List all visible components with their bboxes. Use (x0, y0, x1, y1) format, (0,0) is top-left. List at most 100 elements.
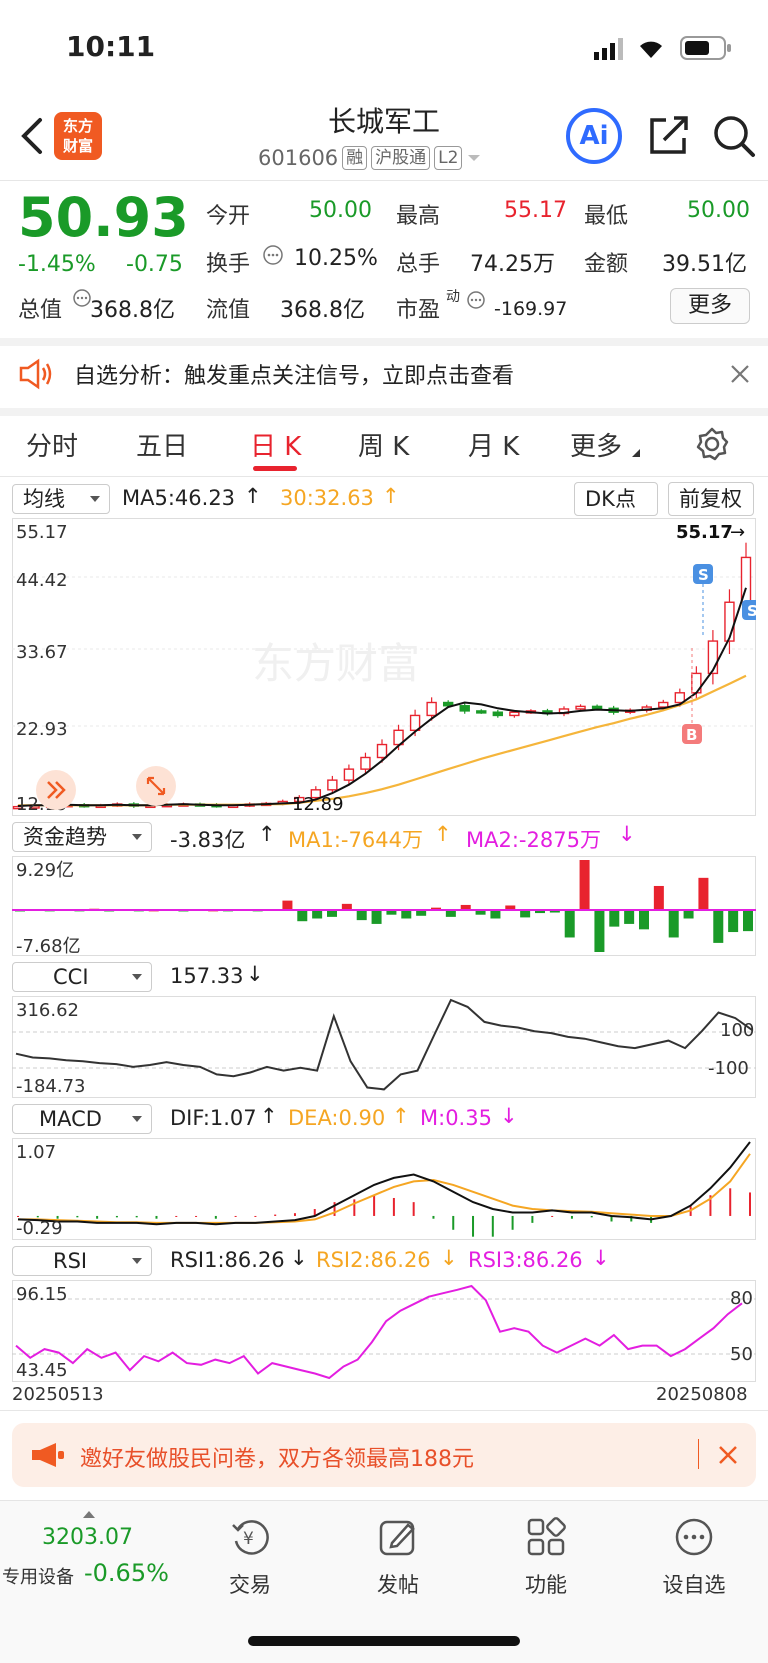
battery-icon (680, 36, 731, 60)
nav-add-watchlist[interactable]: 设自选 (644, 1517, 744, 1607)
signal-icon (594, 38, 623, 60)
rsi2-value: RSI2:86.26 (316, 1248, 431, 1272)
macd-bar (551, 1215, 554, 1217)
info-icon[interactable] (466, 290, 486, 310)
macd-bar (392, 1197, 395, 1216)
grid-icon (527, 1517, 566, 1556)
banner-separator (698, 1439, 699, 1469)
fund-bar (653, 885, 664, 911)
kline-chart[interactable]: 东方财富 55.17 44.42 33.67 22.93 12.19 55.17… (12, 518, 756, 816)
candle (492, 711, 504, 717)
banner-text: 邀好友做股民问卷，双方各领最高188元 (80, 1447, 474, 1472)
cci-arrow: ↓ (246, 962, 264, 986)
low-marker: 12.89 (292, 794, 344, 815)
cci-ref-top: 100 (720, 1020, 754, 1041)
tab-intraday[interactable]: 分时 (26, 426, 78, 463)
macd-bar (491, 1215, 494, 1237)
nav-function[interactable]: 功能 (496, 1517, 596, 1607)
ma30-value: 30:32.63 (280, 486, 374, 510)
macd-bar (115, 1215, 118, 1218)
index-change[interactable]: -0.65% (84, 1559, 169, 1587)
fund-bar (609, 910, 620, 927)
tab-day-k[interactable]: 日 K (250, 426, 301, 463)
macd-m-arrow: ↓ (500, 1104, 518, 1128)
tab-more[interactable]: 更多 (570, 426, 622, 463)
pe-sup: 动 (446, 289, 460, 305)
fund-bar (639, 910, 649, 930)
tag-margin: 融 (342, 146, 368, 170)
close-icon[interactable] (730, 364, 750, 384)
promo-banner[interactable]: 邀好友做股民问卷，双方各领最高188元 (12, 1423, 756, 1487)
tab-week-k[interactable]: 周 K (358, 426, 409, 463)
fund-bar (327, 910, 337, 917)
close-icon[interactable] (718, 1445, 738, 1465)
rsi-select[interactable]: RSI (12, 1246, 152, 1276)
chevron-down-icon (132, 834, 142, 840)
candle (343, 768, 355, 781)
fund-chart[interactable]: 9.29亿 -7.68亿 (12, 856, 756, 956)
nav-post[interactable]: 发帖 (348, 1517, 448, 1607)
dk-point-button[interactable]: DK点 (574, 482, 658, 516)
y-label-3: 33.67 (16, 642, 68, 663)
macd-dif-arrow: ↑ (260, 1104, 278, 1128)
amount-value: 39.51亿 (662, 252, 747, 277)
fund-bar (282, 900, 293, 911)
high-value: 55.17 (504, 198, 567, 223)
nav-add-watchlist-label: 设自选 (662, 1573, 726, 1597)
high-marker: 55.17 (676, 522, 733, 543)
nav-trade[interactable]: ¥ 交易 (200, 1517, 300, 1607)
fund-select[interactable]: 资金趋势 (12, 822, 152, 852)
macd-bar (590, 1215, 593, 1218)
tab-month-k[interactable]: 月 K (468, 426, 519, 463)
tab-five-day[interactable]: 五日 (136, 426, 188, 463)
macd-bar (353, 1199, 356, 1216)
indicator-select[interactable]: 均线 (12, 484, 110, 514)
stock-subline[interactable]: 601606 融 沪股通 L2 (258, 146, 482, 170)
ai-button[interactable]: Ai (566, 108, 622, 164)
macd-chart[interactable]: 1.07 -0.29 (12, 1138, 756, 1240)
section-gap (0, 408, 768, 416)
buy-marker-label: B (686, 726, 697, 744)
high-label: 最高 (396, 204, 441, 229)
turnover-value: 10.25% (294, 246, 378, 271)
macd-bar (749, 1192, 751, 1216)
more-button[interactable]: 更多 (670, 288, 750, 324)
fund-bar (564, 910, 575, 938)
volume-value: 74.25万 (470, 252, 555, 277)
macd-bar (531, 1215, 534, 1223)
index-value[interactable]: 3203.07 (42, 1525, 133, 1550)
search-icon[interactable] (712, 114, 756, 158)
app-root: 10:11 东方 财富 长城军工 601606 融 沪股通 L2 Ai 50.9… (0, 0, 768, 1663)
fund-bar (445, 910, 456, 917)
more-dots-icon (675, 1518, 713, 1556)
info-icon[interactable] (72, 288, 92, 308)
cci-y-top: 316.62 (16, 1000, 79, 1021)
rsi3-value: RSI3:86.26 (468, 1248, 583, 1272)
chevron-down-icon (90, 496, 100, 502)
fund-bar (594, 910, 605, 952)
share-icon[interactable] (648, 114, 690, 156)
fund-y-top: 9.29亿 (16, 860, 74, 881)
macd-bar (412, 1202, 415, 1216)
candle (591, 705, 603, 710)
candle (476, 710, 487, 714)
cci-select[interactable]: CCI (12, 962, 152, 992)
candle (575, 705, 586, 710)
index-label[interactable]: 专用设备 (2, 1563, 74, 1589)
fund-bar (356, 910, 367, 921)
fund-bar (698, 877, 709, 911)
gear-icon[interactable] (694, 426, 730, 462)
notice-text[interactable]: 自选分析：触发重点关注信号，立即点击查看 (74, 358, 514, 390)
fund-ma1-arrow: ↑ (434, 822, 452, 846)
macd-select[interactable]: MACD (12, 1104, 152, 1134)
adjust-button[interactable]: 前复权 (668, 482, 754, 516)
cci-chart[interactable]: 316.62 -184.73 100 -100 (12, 996, 756, 1098)
adjust-label: 前复权 (679, 487, 742, 511)
rsi-chart[interactable]: 96.15 43.45 80 50 (12, 1280, 756, 1382)
chevron-down-icon (132, 1116, 142, 1122)
info-icon[interactable] (262, 244, 284, 266)
fund-value: -3.83亿 (170, 828, 246, 852)
fund-bar (401, 910, 412, 919)
tag-connect: 沪股通 (371, 146, 431, 170)
macd-bar (729, 1188, 732, 1216)
